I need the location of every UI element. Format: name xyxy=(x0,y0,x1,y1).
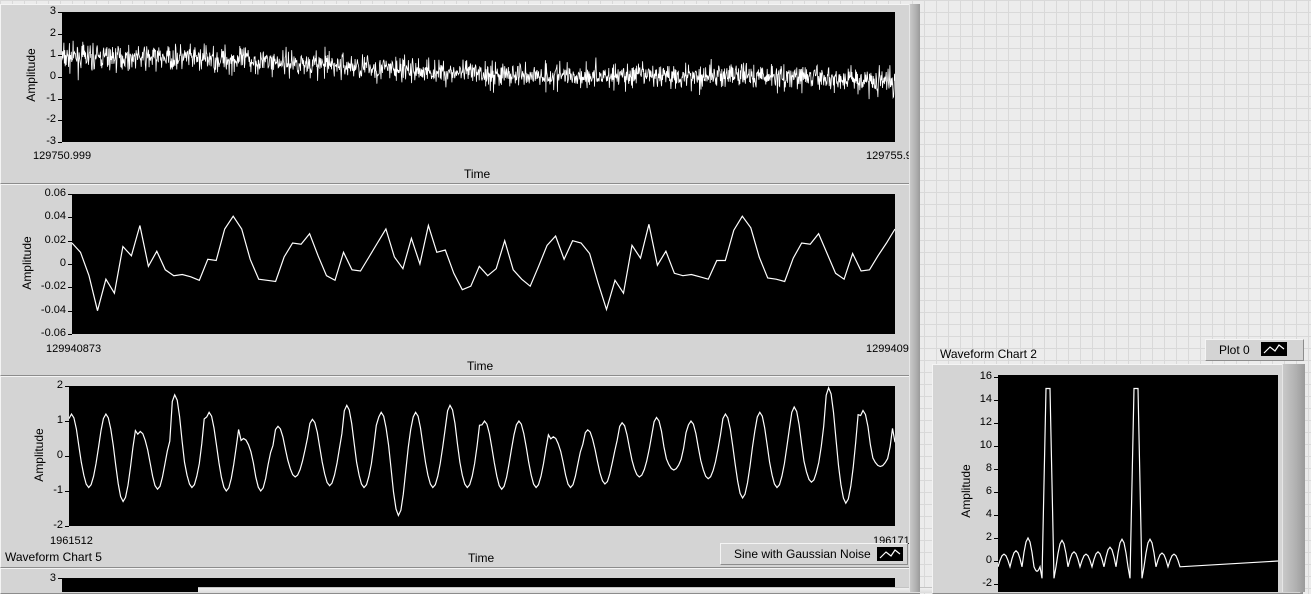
chart2-y-tick-mark xyxy=(68,287,72,289)
chart1-y-tick-mark xyxy=(58,12,62,13)
chart3-y-tick-label: -2 xyxy=(53,519,63,531)
chart2-y-tick-mark xyxy=(68,240,72,242)
waveform-chart2-y-tick-label: 8 xyxy=(985,462,992,474)
chart2-x-start-label: 129940873 xyxy=(46,343,102,355)
chart2-y-tick-label: 0.06 xyxy=(44,187,66,199)
chart1-y-tick-mark xyxy=(58,98,62,100)
chart1-x-start-label: 129750.999 xyxy=(33,150,92,162)
chart1-y-tick-mark xyxy=(58,120,62,122)
chart1-y-tick-label: -2 xyxy=(46,113,56,126)
waveform-chart2-y-tick-label: 12 xyxy=(979,416,992,428)
waveform-chart2-legend[interactable]: Plot 0 xyxy=(1205,339,1304,361)
chart2-y-tick-label: 0.04 xyxy=(44,210,66,223)
waveform-chart2-y-tick-label: 2 xyxy=(985,531,992,543)
chart2-y-tick-label: 0 xyxy=(59,257,66,269)
waveform-chart2-y-tick-label: 16 xyxy=(979,370,992,382)
waveform-chart2-y-tick-mark xyxy=(994,377,998,378)
chart2-y-tick-mark xyxy=(68,217,72,219)
chart3-legend-label: Sine with Gaussian Noise xyxy=(734,547,871,561)
chart3-x-start-label: 1961512 xyxy=(50,535,93,547)
chart1-plot-area xyxy=(62,12,895,142)
waveform-chart2-y-tick-mark xyxy=(994,400,998,401)
waveform-chart2-y-tick-mark xyxy=(994,446,998,447)
waveform-chart2-y-tick-label: 10 xyxy=(979,439,992,451)
line-plot-icon xyxy=(879,549,901,559)
chart3-y-tick-mark xyxy=(65,491,69,492)
chart3-y-tick-mark xyxy=(65,421,69,422)
chart1-y-tick-label: 1 xyxy=(49,48,56,61)
chart3-y-tick-label: 0 xyxy=(56,449,63,461)
waveform-chart2-plot-area xyxy=(998,375,1278,592)
chart2-y-tick-mark xyxy=(68,310,72,312)
chart2-y-tick-label: -0.06 xyxy=(40,327,66,339)
chart1-y-tick-label: -1 xyxy=(46,91,56,104)
chart5-y-tick-mark xyxy=(58,578,62,579)
chart1-y-tick-mark xyxy=(58,33,62,35)
chart2-y-tick-mark xyxy=(68,334,72,335)
chart1-y-tick-mark xyxy=(58,142,62,143)
waveform-chart2-y-tick-label: 6 xyxy=(985,485,992,497)
waveform-chart2-plot-svg xyxy=(998,387,1278,579)
chart3-y-tick-mark xyxy=(65,456,69,457)
waveform-chart2-legend-label: Plot 0 xyxy=(1219,343,1250,357)
chart1-y-tick-mark xyxy=(58,77,62,78)
chart3-legend[interactable]: Sine with Gaussian Noise xyxy=(720,543,908,565)
waveform-chart2-y-tick-mark xyxy=(994,423,998,424)
chart1-y-tick-mark xyxy=(58,55,62,57)
chart2-y-tick-label: -0.02 xyxy=(40,280,66,293)
chart3-y-tick-label: 1 xyxy=(56,414,63,426)
chart2-y-tick-label: 0.02 xyxy=(44,233,66,246)
waveform-chart2-legend-swatch-icon[interactable] xyxy=(1261,342,1287,356)
chart2-y-tick-mark xyxy=(68,194,72,195)
chart2-trace xyxy=(72,215,895,312)
waveform-chart2-y-tick-mark xyxy=(994,469,998,470)
chart1-y-tick-label: 0 xyxy=(49,70,56,82)
chart2-y-tick-label: -0.04 xyxy=(40,303,66,316)
waveform-chart2-y-tick-mark xyxy=(994,515,998,516)
waveform-chart2-trace xyxy=(998,387,1278,579)
chart1-y-tick-label: 3 xyxy=(49,5,56,17)
chart3-y-tick-mark xyxy=(65,386,69,387)
waveform-chart2-y-tick-label: 0 xyxy=(985,554,992,566)
chart3-x-axis-label: Time xyxy=(468,551,495,565)
chart2-plot-area xyxy=(72,194,895,334)
chart2-y-tick-mark xyxy=(68,264,72,265)
main-panel-right-scrollbar[interactable] xyxy=(909,4,920,592)
chart3-plot-svg xyxy=(69,386,895,518)
chart2-x-axis-label: Time xyxy=(467,359,494,373)
chart1-trace xyxy=(62,40,895,100)
waveform-chart2-scrollbar[interactable] xyxy=(1282,364,1305,592)
chart3-y-tick-label: -1 xyxy=(53,484,63,496)
line-plot-icon xyxy=(1263,344,1285,354)
chart3-plot-area xyxy=(69,386,895,526)
waveform-chart2-y-tick-label: -2 xyxy=(982,577,992,589)
chart2-plot-svg xyxy=(72,215,895,312)
chart1-y-tick-label: 2 xyxy=(49,26,56,39)
chart3-trace xyxy=(69,386,895,518)
chart3-y-tick-mark xyxy=(65,526,69,527)
chart1-y-tick-label: -3 xyxy=(46,135,56,147)
chart1-x-axis-label: Time xyxy=(464,167,491,181)
chart5-y-tick: 3 xyxy=(49,572,56,584)
waveform-chart2-title: Waveform Chart 2 xyxy=(940,347,1037,361)
waveform-chart2-y-tick-label: 4 xyxy=(985,508,992,520)
chart1-plot-svg xyxy=(62,40,895,100)
waveform-chart2-y-tick-mark xyxy=(994,561,998,562)
waveform-chart2-y-tick-mark xyxy=(994,538,998,539)
chart3-y-tick-label: 2 xyxy=(56,379,63,391)
chart3-legend-swatch-icon[interactable] xyxy=(877,547,903,561)
chart5-title: Waveform Chart 5 xyxy=(5,550,102,564)
waveform-chart2-y-tick-label: 14 xyxy=(979,393,992,405)
waveform-chart2-y-tick-mark xyxy=(994,584,998,585)
waveform-chart2-y-tick-mark xyxy=(994,492,998,493)
